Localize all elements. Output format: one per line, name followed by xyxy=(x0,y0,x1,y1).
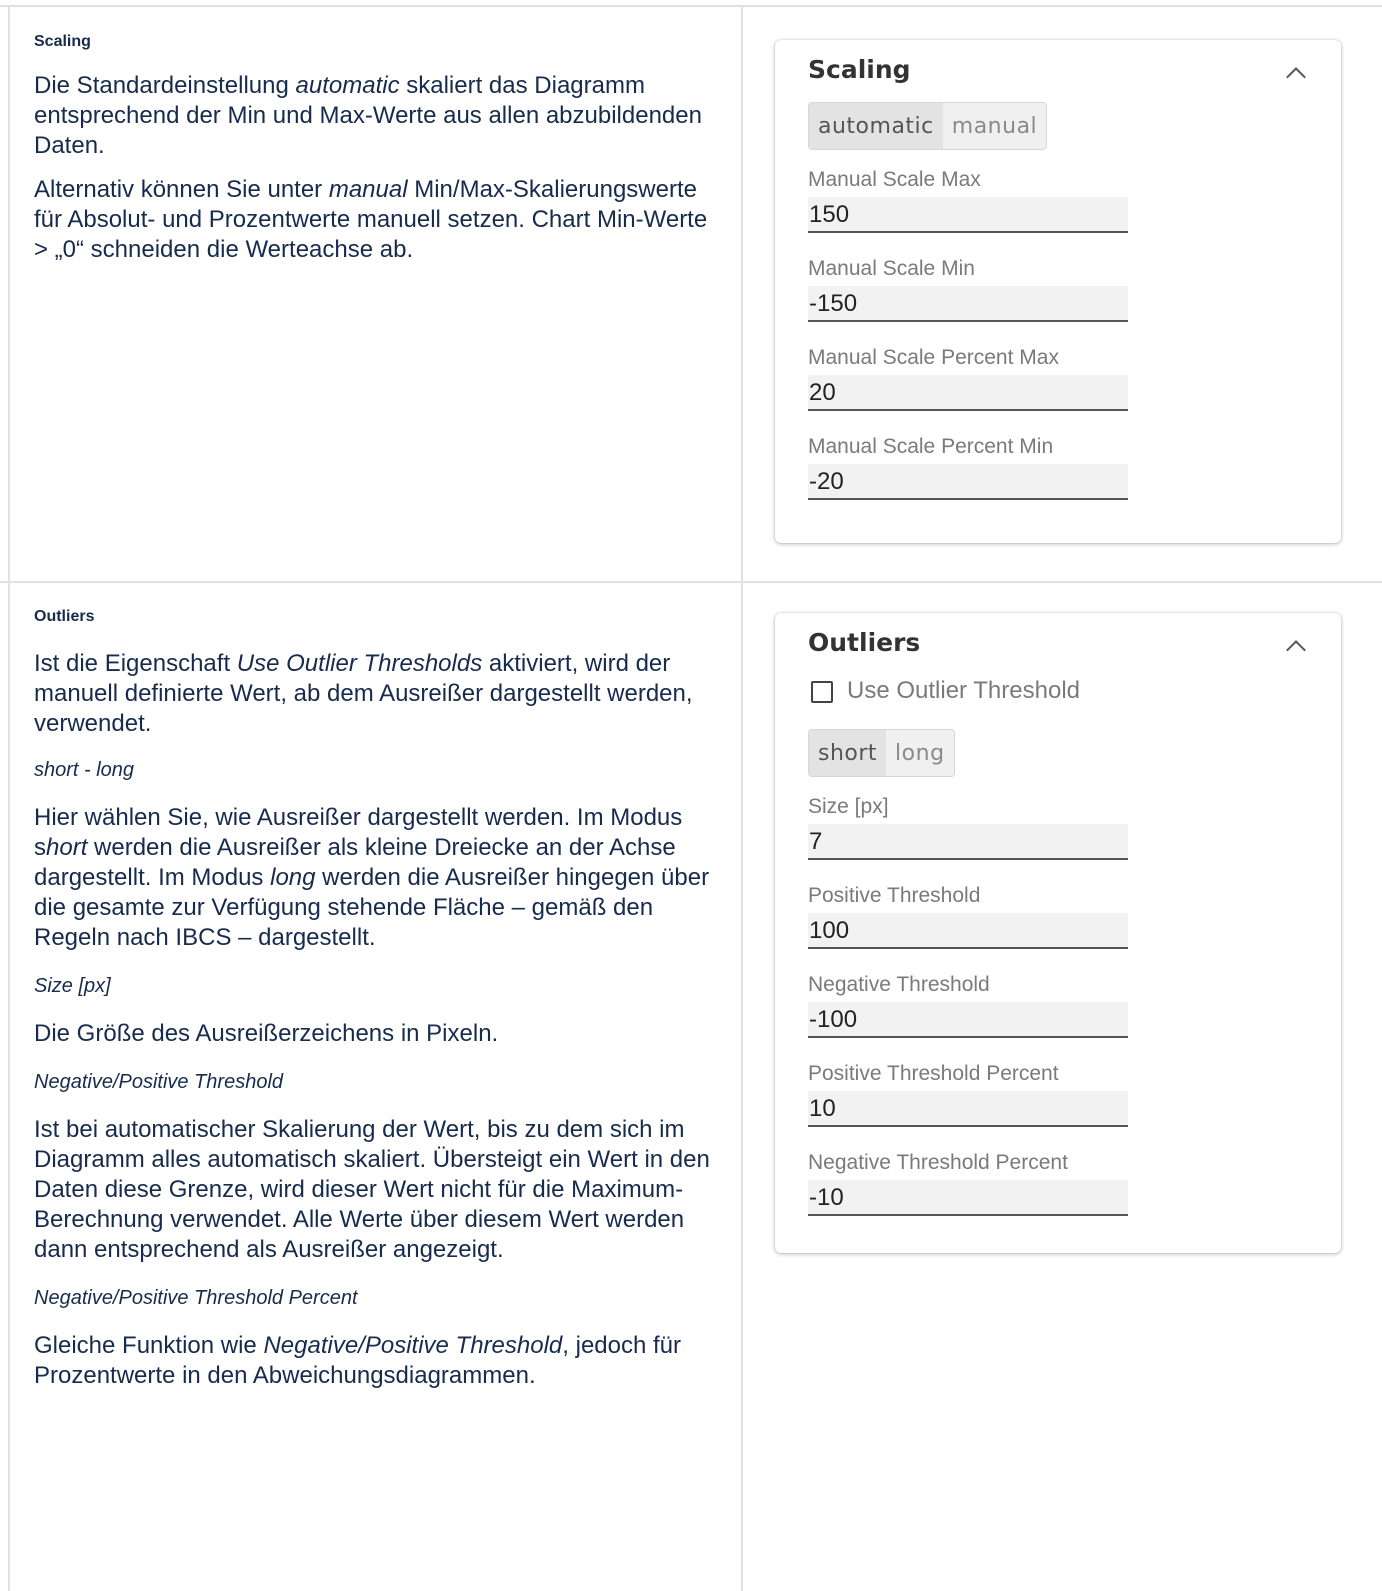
field-label: Negative Threshold Percent xyxy=(808,1151,1068,1174)
table-column-divider xyxy=(741,5,743,1591)
outliers-paragraph-2: Hier wählen Sie, wie Ausreißer dargestel… xyxy=(34,804,710,951)
outliers-paragraph-1: Ist die Eigenschaft Use Outlier Threshol… xyxy=(34,650,693,737)
manual-scale-max-input[interactable]: 150 xyxy=(808,197,1128,233)
manual-scale-percent-max-input[interactable]: 20 xyxy=(808,375,1128,411)
field-label: Positive Threshold xyxy=(808,884,981,907)
field-label: Size [px] xyxy=(808,795,889,818)
scaling-mode-toggle[interactable]: automatic manual xyxy=(808,102,1048,150)
doc-table: Scaling Die Standardeinstellung automati… xyxy=(0,0,1382,1591)
scaling-description: Scaling Die Standardeinstellung automati… xyxy=(34,33,724,265)
scaling-panel: Scaling automatic manual Manual Scale Ma… xyxy=(775,40,1341,543)
field-label: Manual Scale Min xyxy=(808,257,975,280)
positive-threshold-percent-input[interactable]: 10 xyxy=(808,1091,1128,1127)
field-label: Manual Scale Percent Max xyxy=(808,346,1059,369)
outliers-heading: Outliers xyxy=(34,608,95,625)
outliers-description: Outliers Ist die Eigenschaft Use Outlier… xyxy=(34,608,724,1391)
outliers-panel: Outliers Use Outlier Threshold short lon… xyxy=(775,613,1341,1253)
field-label: Positive Threshold Percent xyxy=(808,1062,1059,1085)
table-border-left xyxy=(8,5,10,1591)
outliers-subheading-threshold: Negative/Positive Threshold xyxy=(34,1071,284,1093)
negative-threshold-percent-input[interactable]: -10 xyxy=(808,1180,1128,1216)
negative-threshold-input[interactable]: -100 xyxy=(808,1002,1128,1038)
scaling-panel-title: Scaling xyxy=(808,55,911,84)
outliers-paragraph-3: Die Größe des Ausreißerzeichens in Pixel… xyxy=(34,1020,499,1047)
use-outlier-threshold-label[interactable]: Use Outlier Threshold xyxy=(847,677,1080,705)
table-border-top xyxy=(0,5,1382,7)
outliers-panel-title: Outliers xyxy=(808,628,921,657)
size-px-input[interactable]: 7 xyxy=(808,824,1128,860)
field-label: Manual Scale Percent Min xyxy=(808,435,1054,458)
use-outlier-threshold-checkbox[interactable] xyxy=(811,681,833,703)
scaling-paragraph-2: Alternativ können Sie unter manual Min/M… xyxy=(34,176,708,263)
outliers-paragraph-4: Ist bei automatischer Skalierung der Wer… xyxy=(34,1116,710,1263)
outliers-subheading-threshold-percent: Negative/Positive Threshold Percent xyxy=(34,1287,358,1309)
outliers-subheading-size: Size [px] xyxy=(34,975,111,997)
outliers-paragraph-5: Gleiche Funktion wie Negative/Positive T… xyxy=(34,1332,682,1389)
chevron-up-icon[interactable] xyxy=(1286,67,1306,87)
outliers-subheading-short-long: short - long xyxy=(34,759,135,781)
table-row-divider xyxy=(0,581,1382,583)
manual-scale-percent-min-input[interactable]: -20 xyxy=(808,464,1128,500)
chevron-up-icon[interactable] xyxy=(1286,640,1306,660)
scaling-heading: Scaling xyxy=(34,33,91,50)
field-label: Manual Scale Max xyxy=(808,168,981,191)
positive-threshold-input[interactable]: 100 xyxy=(808,913,1128,949)
segment-short[interactable]: short xyxy=(809,730,887,776)
segment-manual[interactable]: manual xyxy=(943,103,1046,149)
scaling-paragraph-1: Die Standardeinstellung automatic skalie… xyxy=(34,72,702,159)
outlier-mode-toggle[interactable]: short long xyxy=(808,729,955,777)
manual-scale-min-input[interactable]: -150 xyxy=(808,286,1128,322)
field-label: Negative Threshold xyxy=(808,973,990,996)
segment-long[interactable]: long xyxy=(886,730,953,776)
segment-automatic[interactable]: automatic xyxy=(809,103,943,149)
